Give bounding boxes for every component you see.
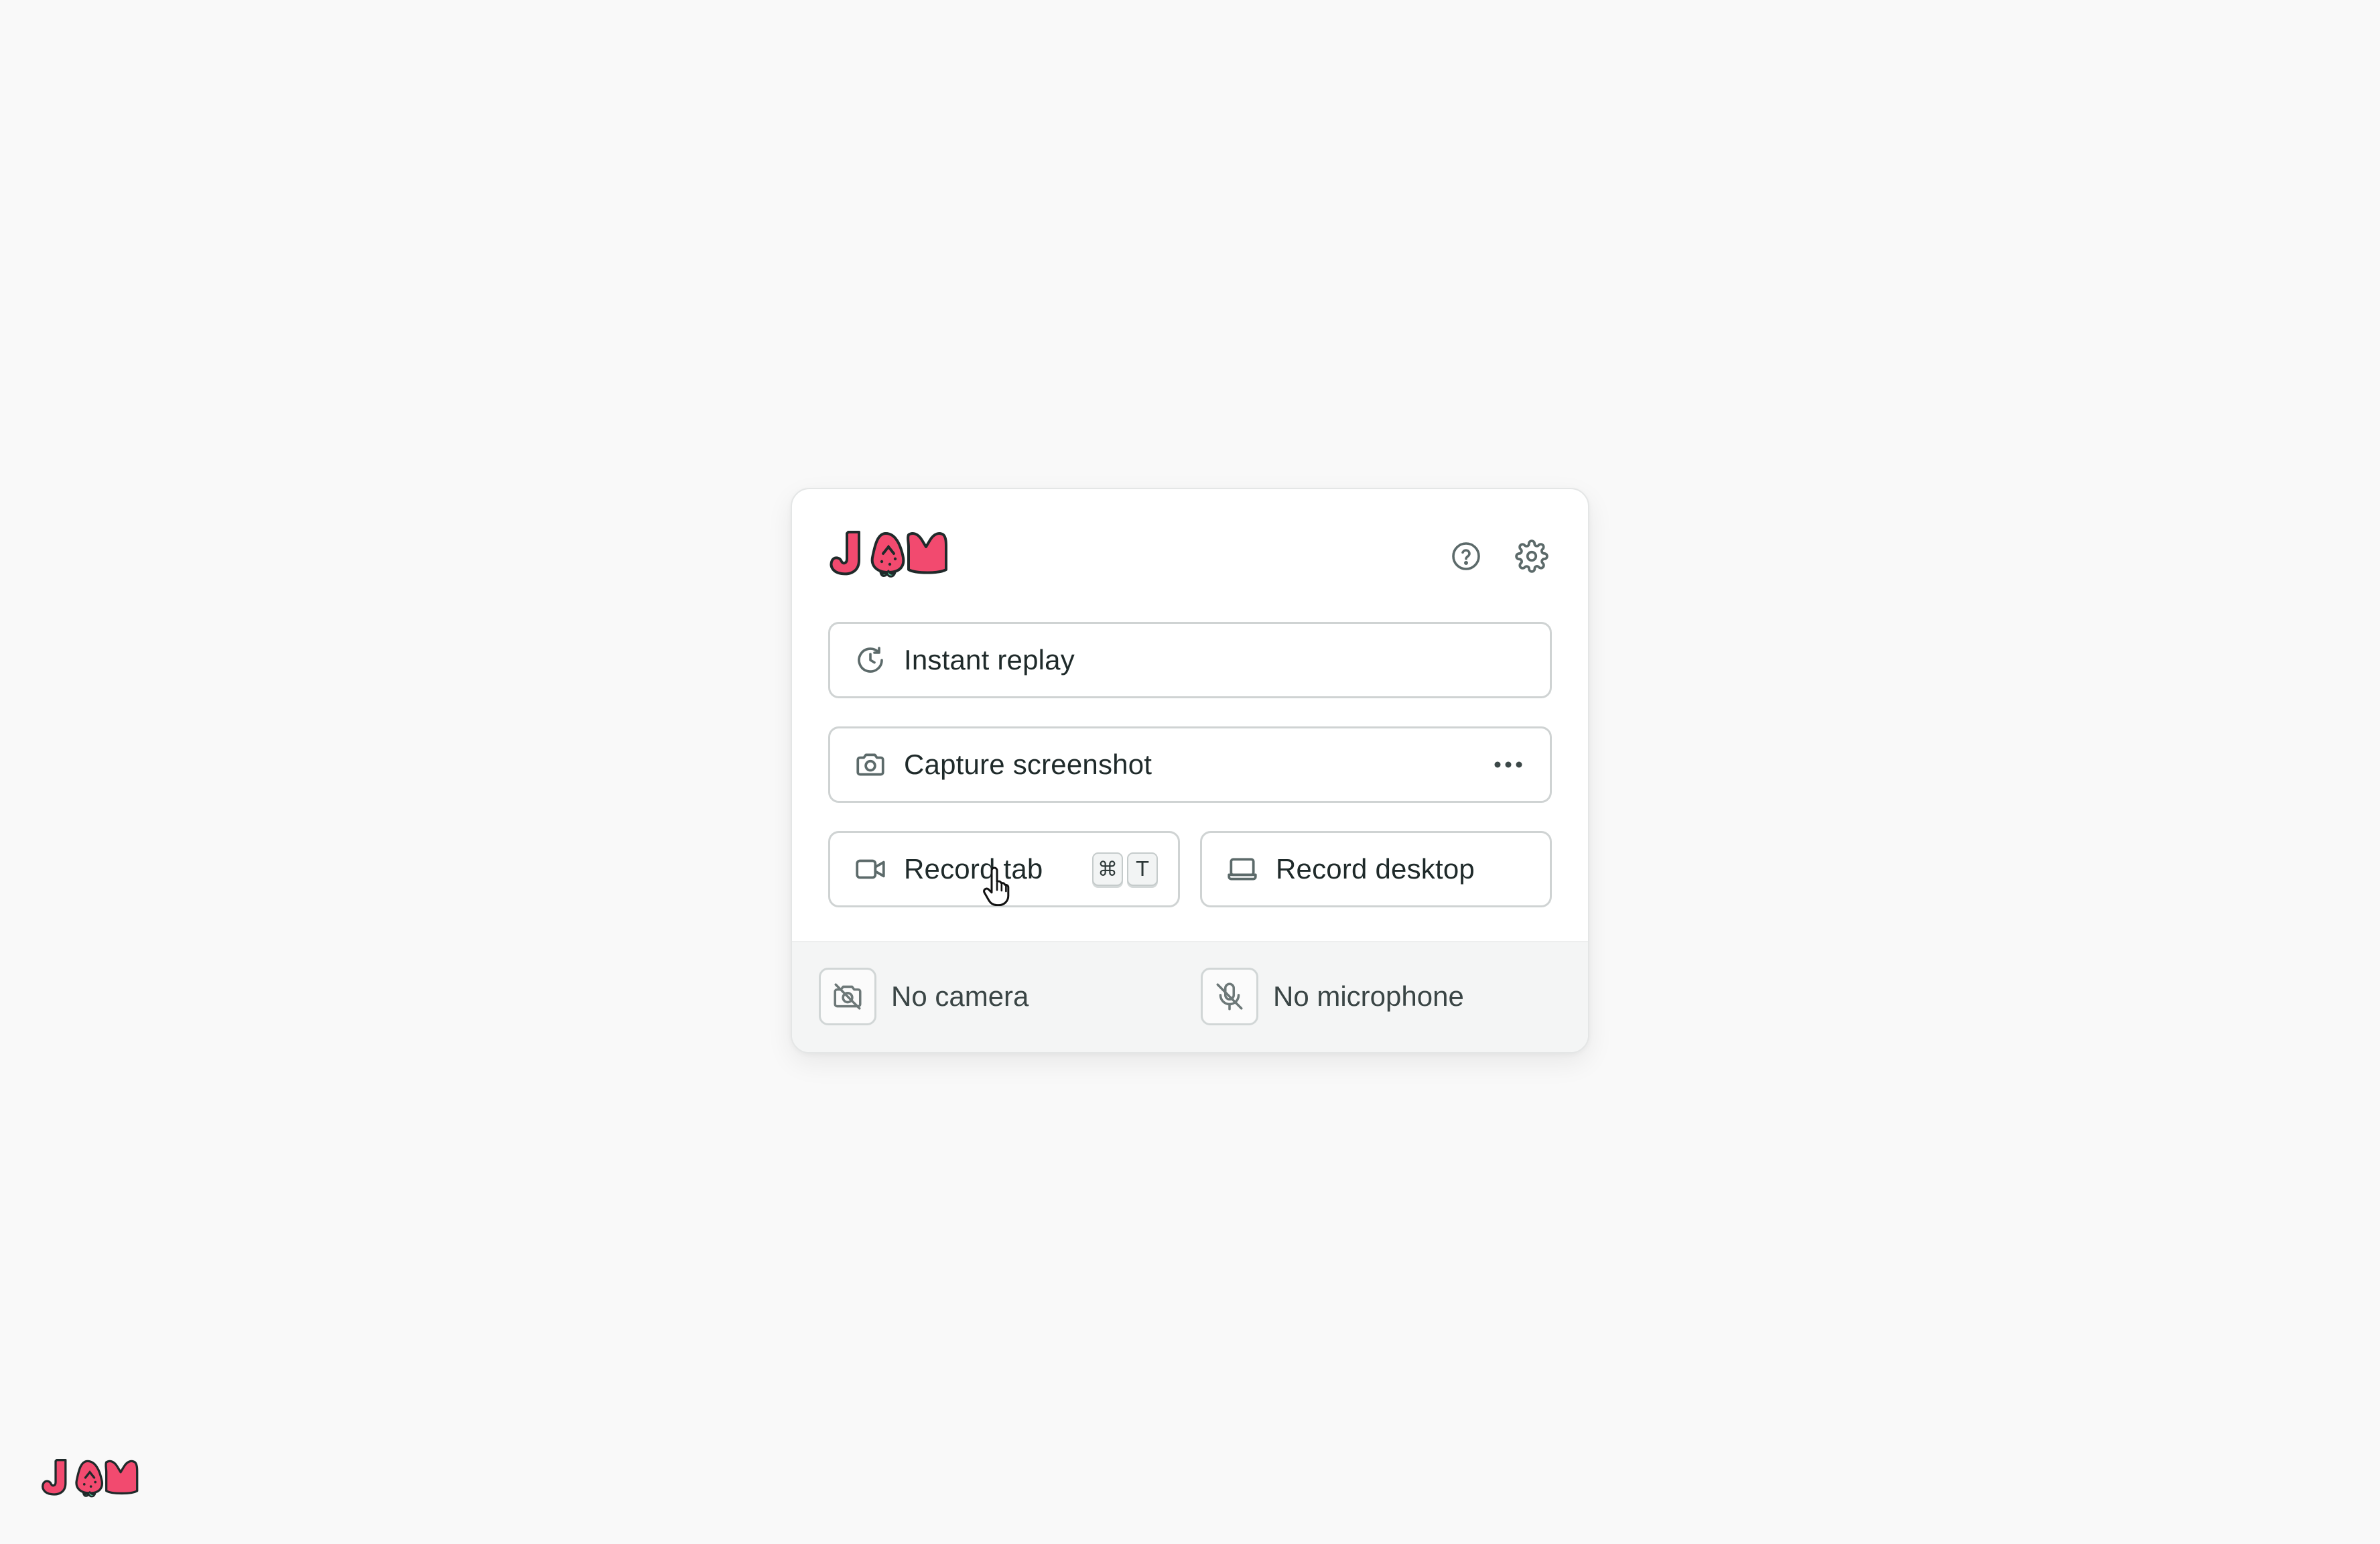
microphone-off-icon <box>1201 968 1258 1025</box>
instant-replay-button[interactable]: Instant replay <box>828 622 1552 698</box>
record-desktop-label: Record desktop <box>1276 853 1475 885</box>
hand-cursor-icon <box>983 866 1010 906</box>
corner-jam-logo[interactable] <box>40 1456 139 1503</box>
capture-screenshot-button[interactable]: Capture screenshot <box>828 726 1552 803</box>
jam-strawberry-logo-icon <box>830 531 947 578</box>
jam-strawberry-logo-icon <box>42 1459 139 1498</box>
camera-toggle[interactable]: No camera <box>819 968 1029 1025</box>
camera-off-icon <box>819 968 876 1025</box>
instant-replay-label: Instant replay <box>904 644 1075 676</box>
jam-logo <box>828 527 949 584</box>
record-options: Record tab ⌘ T Record desktop <box>828 831 1552 907</box>
screenshot-more-button[interactable] <box>1488 745 1528 785</box>
popup-header <box>828 527 1552 591</box>
record-tab-label: Record tab <box>904 853 1043 885</box>
ellipsis-icon <box>1494 761 1522 768</box>
microphone-status-label: No microphone <box>1273 980 1464 1012</box>
record-desktop-button[interactable]: Record desktop <box>1200 831 1552 907</box>
shortcut-key-command: ⌘ <box>1092 852 1123 886</box>
jam-popup: Instant replay Capture screenshot Record… <box>791 488 1589 1053</box>
gear-icon <box>1515 539 1548 573</box>
settings-button[interactable] <box>1512 536 1552 576</box>
record-tab-shortcut: ⌘ T <box>1092 852 1158 886</box>
camera-icon <box>853 747 888 782</box>
header-actions <box>1446 536 1552 576</box>
capture-actions: Instant replay Capture screenshot Record… <box>828 622 1552 907</box>
shortcut-key-t: T <box>1127 852 1158 886</box>
video-camera-icon <box>853 852 888 887</box>
capture-screenshot-label: Capture screenshot <box>904 749 1152 780</box>
device-settings-footer: No camera No microphone <box>792 941 1588 1052</box>
camera-status-label: No camera <box>891 980 1029 1012</box>
help-button[interactable] <box>1446 536 1486 576</box>
help-circle-icon <box>1452 542 1480 570</box>
laptop-icon <box>1225 852 1260 887</box>
history-clock-icon <box>853 643 888 678</box>
page-background: Instant replay Capture screenshot Record… <box>0 0 2380 1544</box>
microphone-toggle[interactable]: No microphone <box>1201 968 1464 1025</box>
